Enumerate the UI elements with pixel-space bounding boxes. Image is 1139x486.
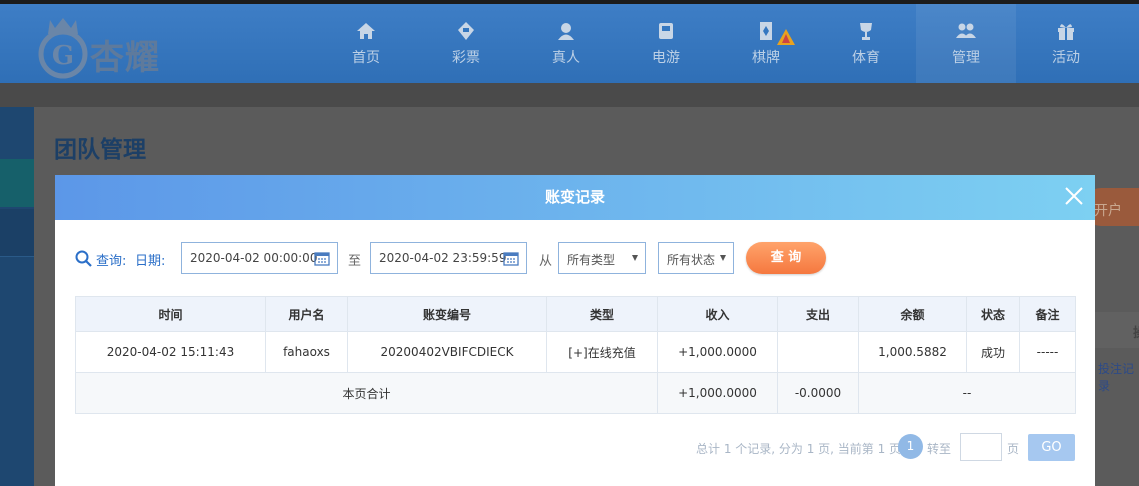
summary-expense: -0.0000	[777, 372, 859, 414]
nav-item-sports[interactable]: 体育	[816, 4, 916, 83]
nav-label-management: 管理	[952, 49, 980, 66]
cell-status: 成功	[966, 331, 1020, 373]
nav-item-live[interactable]: 真人	[516, 4, 616, 83]
from-label: 从	[539, 254, 553, 269]
gift-icon	[1058, 23, 1074, 40]
goto-label: 转至	[927, 442, 952, 456]
modal-header: 账变记录	[55, 175, 1095, 220]
cell-username: fahaoxs	[265, 331, 348, 373]
main-nav: 首页 彩票 真人 电游 棋牌 体育 管理 活动	[316, 4, 1116, 83]
column-header: 账变编号	[347, 296, 547, 332]
nav-item-management[interactable]: 管理	[916, 4, 1016, 83]
cell-balance: 1,000.5882	[858, 331, 967, 373]
column-header: 余额	[858, 296, 967, 332]
sidebar-item[interactable]	[0, 209, 34, 257]
nav-label-events: 活动	[1052, 49, 1080, 66]
column-header: 时间	[75, 296, 266, 332]
status-select[interactable]: 所有状态	[658, 242, 734, 274]
bet-record-link[interactable]: 投注记录	[1098, 360, 1139, 394]
cell-id: 20200402VBIFCDIECK	[347, 331, 547, 373]
brand-logo[interactable]: G 杏耀	[36, 14, 186, 80]
column-header: 类型	[546, 296, 658, 332]
sidebar	[0, 107, 34, 486]
cell-remark: -----	[1019, 331, 1076, 373]
summary-row: 本页合计 +1,000.0000 -0.0000 --	[75, 372, 1076, 414]
summary-label: 本页合计	[75, 372, 658, 414]
column-header: 备注	[1019, 296, 1076, 332]
column-header: 收入	[657, 296, 778, 332]
cell-time: 2020-04-02 15:11:43	[75, 331, 266, 373]
brand-name: 杏耀	[90, 38, 160, 78]
start-date-input[interactable]: 2020-04-02 00:00:00	[181, 242, 338, 274]
go-button[interactable]: GO	[1028, 434, 1075, 461]
nav-label-lottery: 彩票	[452, 49, 480, 66]
home-icon	[357, 22, 375, 39]
cell-income: +1,000.0000	[657, 331, 778, 373]
account-change-table: 时间 用户名 账变编号 类型 收入 支出 余额 状态 备注 2020-04-02…	[75, 296, 1076, 414]
page-label: 页	[1007, 442, 1020, 456]
nav-label-live: 真人	[552, 49, 580, 66]
query-label: 查询:	[96, 254, 127, 269]
pagination: 总计 1 个记录, 分为 1 页, 当前第 1 页 1 转至 页 GO	[55, 433, 1075, 461]
end-date-input[interactable]: 2020-04-02 23:59:59	[370, 242, 527, 274]
account-change-modal: 账变记录 查询: 日期: 2020-04-02 00:00:00 至 2020-…	[55, 175, 1095, 486]
search-icon	[75, 250, 92, 267]
nav-item-cards[interactable]: 棋牌	[716, 4, 816, 83]
type-select-value: 所有类型	[567, 253, 616, 267]
type-select[interactable]: 所有类型	[558, 242, 646, 274]
slot-machine-icon	[659, 22, 673, 39]
logo-emblem-icon: G	[38, 18, 88, 79]
table-row: 2020-04-02 15:11:43 fahaoxs 20200402VBIF…	[75, 331, 1076, 373]
chevron-down-icon	[720, 255, 726, 261]
cell-type: [+]在线充值	[546, 331, 658, 373]
column-header: 状态	[966, 296, 1020, 332]
hot-badge-icon	[777, 29, 795, 45]
nav-item-slots[interactable]: 电游	[616, 4, 716, 83]
page-number-button[interactable]: 1	[898, 434, 923, 459]
chevron-down-icon	[632, 255, 638, 261]
summary-income: +1,000.0000	[657, 372, 778, 414]
query-button[interactable]: 查 询	[746, 242, 826, 274]
column-header: 支出	[777, 296, 859, 332]
calendar-icon[interactable]	[314, 250, 330, 266]
calendar-icon[interactable]	[503, 250, 519, 266]
sub-header-strip	[0, 83, 1139, 107]
lottery-icon	[458, 21, 474, 40]
goto-page-input[interactable]	[960, 433, 1002, 461]
to-label: 至	[348, 254, 362, 269]
pagination-info: 总计 1 个记录, 分为 1 页, 当前第 1 页	[696, 442, 902, 456]
close-icon[interactable]	[1063, 185, 1085, 207]
background-table-header: 操	[1095, 312, 1139, 348]
modal-title: 账变记录	[544, 188, 605, 206]
nav-item-home[interactable]: 首页	[316, 4, 416, 83]
nav-item-lottery[interactable]: 彩票	[416, 4, 516, 83]
sidebar-item-active[interactable]	[0, 159, 34, 207]
summary-rest: --	[858, 372, 1076, 414]
end-date-value: 2020-04-02 23:59:59	[379, 251, 507, 265]
cell-expense	[777, 331, 859, 373]
query-bar: 查询: 日期: 2020-04-02 00:00:00 至 2020-04-02…	[75, 242, 1075, 274]
nav-label-slots: 电游	[652, 49, 680, 66]
nav-label-home: 首页	[352, 49, 380, 66]
status-select-value: 所有状态	[667, 253, 716, 267]
trophy-icon	[860, 22, 872, 40]
start-date-value: 2020-04-02 00:00:00	[190, 251, 318, 265]
page-title: 团队管理	[54, 137, 146, 163]
svg-text:G: G	[52, 41, 74, 71]
users-icon	[956, 23, 976, 38]
top-header: G 杏耀 首页 彩票 真人 电游 棋牌 体育 管理 活动	[0, 0, 1139, 83]
nav-label-sports: 体育	[852, 49, 880, 66]
column-header: 用户名	[265, 296, 348, 332]
live-dealer-icon	[558, 22, 574, 40]
card-game-icon	[760, 21, 772, 40]
table-header-row: 时间 用户名 账变编号 类型 收入 支出 余额 状态 备注	[75, 296, 1076, 332]
date-label: 日期:	[135, 254, 166, 269]
nav-item-events[interactable]: 活动	[1016, 4, 1116, 83]
nav-label-cards: 棋牌	[752, 49, 780, 66]
